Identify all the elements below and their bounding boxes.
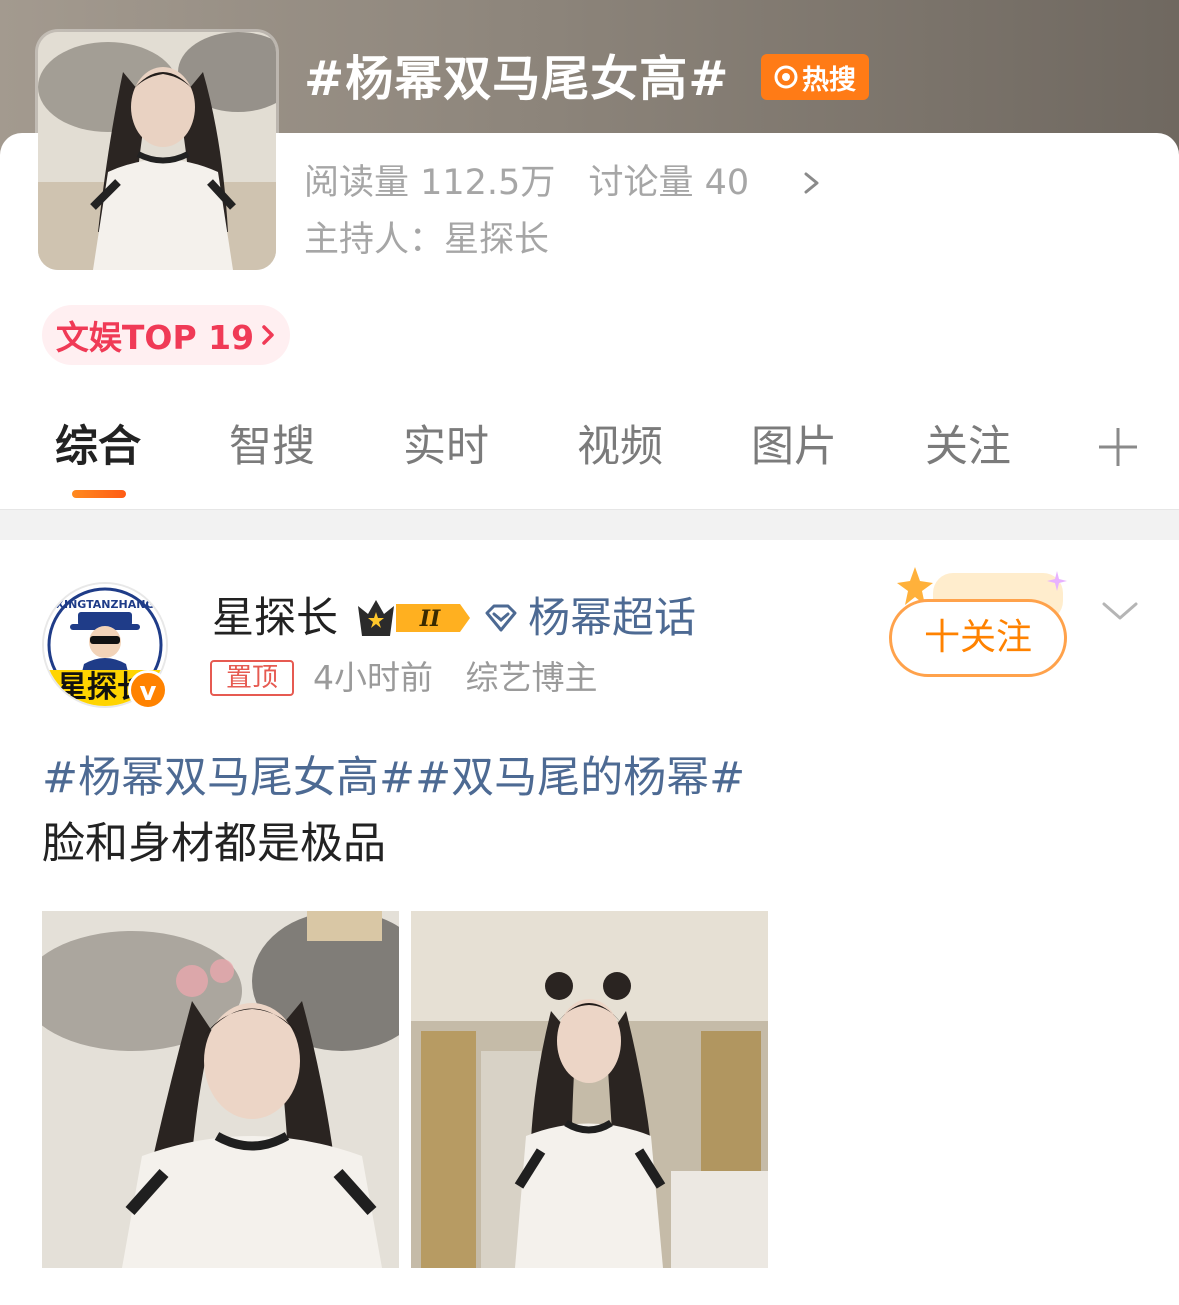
active-tab-indicator [72,490,126,498]
avatar-ring-text: XINGTANZHANG [56,598,155,611]
chevron-right-icon[interactable] [800,160,824,206]
topic-title: #杨幂双马尾女高# [304,51,730,107]
add-tab-icon[interactable] [1097,426,1139,468]
tab-video[interactable]: 视频 [577,412,663,482]
post-photo-2[interactable] [411,911,768,1268]
diamond-icon [485,604,517,632]
chevron-down-icon[interactable] [1100,596,1140,626]
post-photo-1[interactable] [42,911,399,1268]
vip-level: II [419,606,441,632]
supertopic-link[interactable]: 杨幂超话 [484,590,696,646]
crown-icon[interactable]: II [356,596,472,640]
hot-search-badge[interactable]: 热搜 [761,54,869,100]
discussion-count: 讨论量 40 [588,163,750,203]
read-count: 阅读量 112.5万 [304,163,556,203]
post-text: #杨幂双马尾女高##双马尾的杨幂# 脸和身材都是极品 [42,745,1142,877]
tab-following[interactable]: 关注 [925,412,1011,482]
tab-realtime[interactable]: 实时 [403,412,489,482]
post-time: 4小时前 [313,658,433,697]
verified-icon: v [128,670,168,710]
author-name[interactable]: 星探长 [212,590,338,646]
tab-images[interactable]: 图片 [751,412,837,482]
supertopic-label: 杨幂超话 [528,593,697,642]
tab-comprehensive[interactable]: 综合 [55,412,141,482]
hot-search-icon [774,65,798,89]
author-role: 综艺博主 [465,658,598,697]
topic-host[interactable]: 主持人：星探长 [304,217,549,263]
chevron-right-icon [262,325,274,345]
post-meta: 4小时前 综艺博主 [313,654,620,702]
hot-search-label: 热搜 [802,64,856,96]
follow-button[interactable]: 十关注 [889,599,1067,677]
topic-stats[interactable]: 阅读量 112.5万 讨论量 40 [304,160,771,206]
tab-smart-search[interactable]: 智搜 [229,412,315,482]
pinned-tag: 置顶 [210,660,294,696]
tab-bar: 综合 智搜 实时 视频 图片 关注 [0,412,1179,492]
post-topic-link[interactable]: #双马尾的杨幂# [415,753,745,803]
section-divider [0,509,1179,540]
post-body: 脸和身材都是极品 [42,819,386,869]
topic-cover-image[interactable] [38,32,276,270]
rank-pill[interactable]: 文娱TOP 19 [42,305,290,365]
rank-label: 文娱TOP 19 [55,318,255,357]
post-topic-link[interactable]: #杨幂双马尾女高# [42,753,415,803]
